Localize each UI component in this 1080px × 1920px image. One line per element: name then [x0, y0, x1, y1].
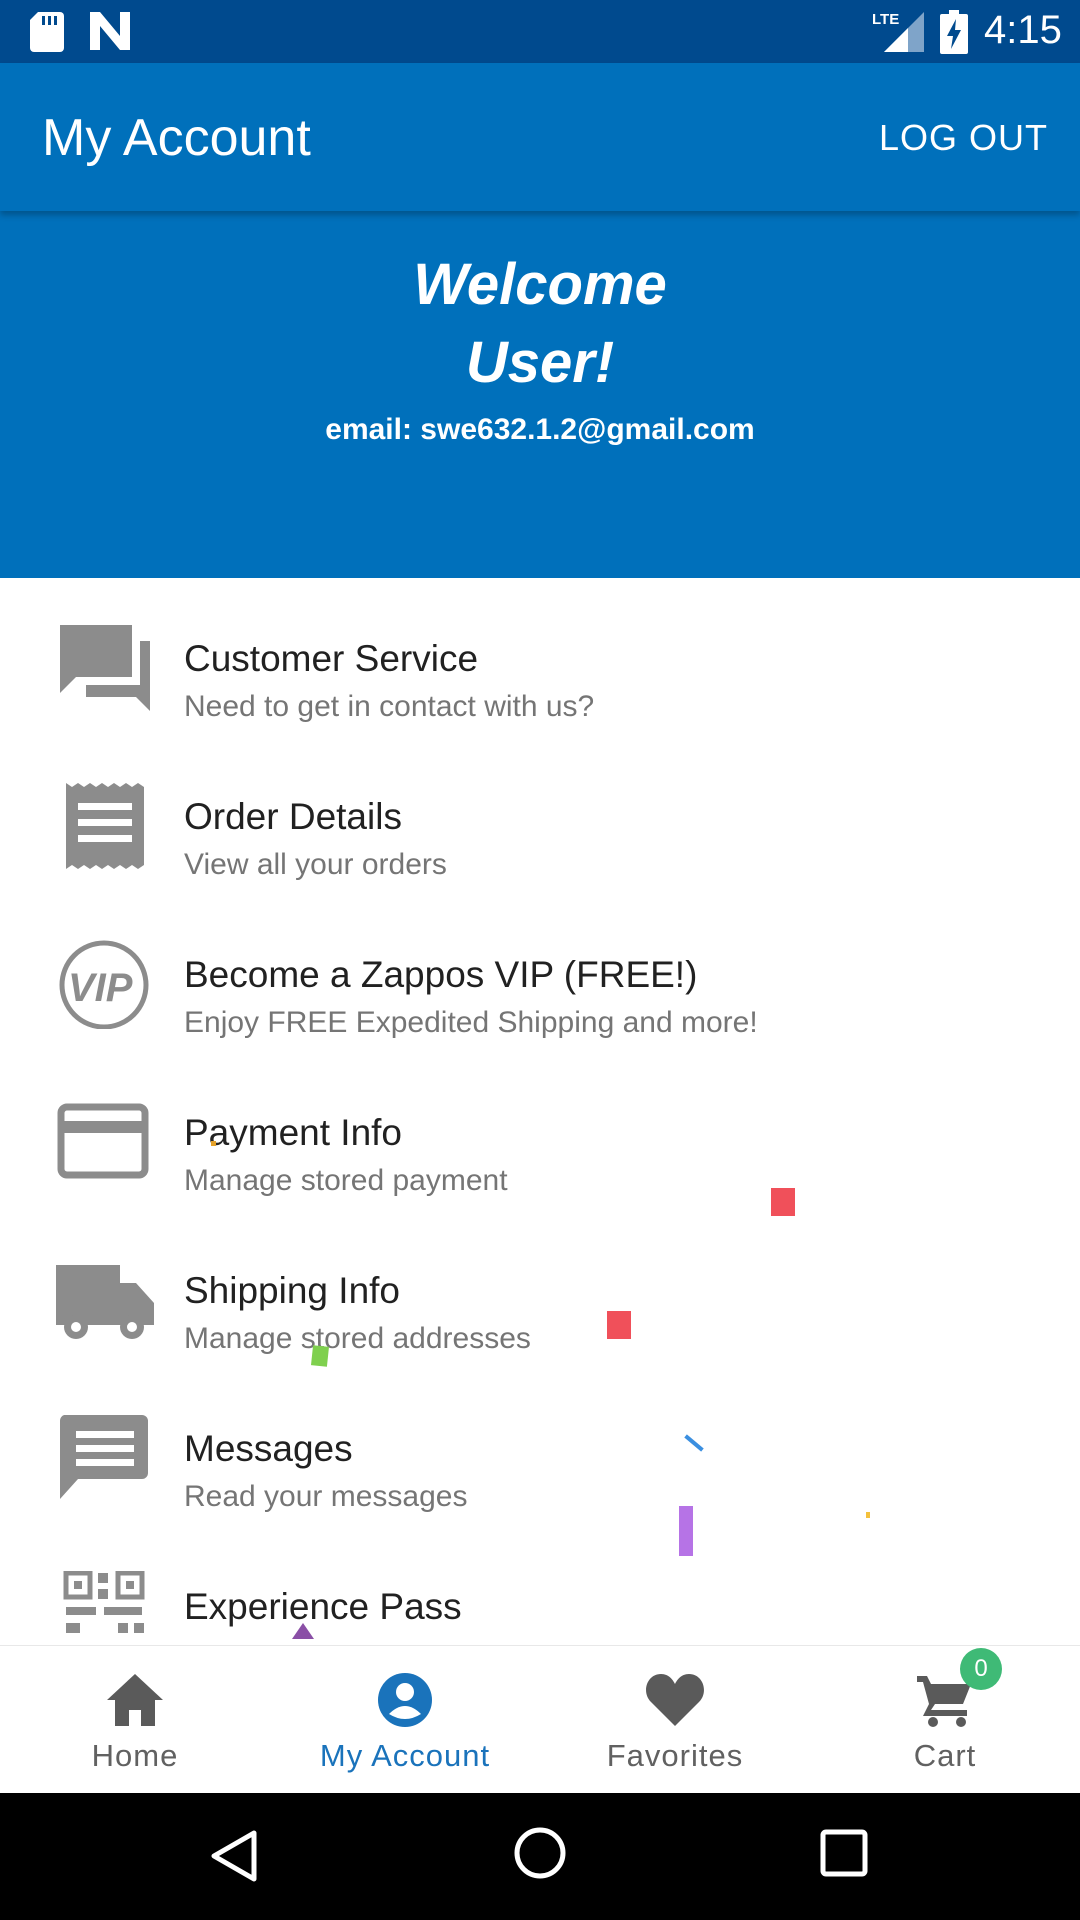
sd-card-icon — [30, 12, 64, 52]
credit-card-icon — [57, 1103, 149, 1179]
qr-code-icon — [63, 1571, 145, 1633]
menu-item-subtitle: Need to get in contact with us? — [184, 690, 595, 723]
confetti-piece — [679, 1506, 693, 1556]
system-navigation-bar — [0, 1793, 1080, 1920]
menu-item-subtitle: View all your orders — [184, 848, 447, 881]
receipt-icon — [66, 783, 144, 869]
menu-item-subtitle: Enjoy FREE Expedited Shipping and more! — [184, 1006, 758, 1039]
menu-item-label: Messages — [184, 1428, 353, 1469]
tab-label: Cart — [913, 1738, 977, 1773]
confetti-piece — [866, 1512, 870, 1518]
tab-my-account[interactable]: My Account — [270, 1646, 540, 1794]
confetti-piece — [310, 1345, 330, 1367]
home-button-icon[interactable] — [514, 1827, 566, 1879]
menu-item-label: Experience Pass — [184, 1586, 462, 1627]
menu-item-subtitle: Manage stored addresses — [184, 1322, 531, 1355]
lte-signal-icon: LTE — [872, 11, 924, 52]
message-icon — [59, 1415, 148, 1499]
confetti-piece — [607, 1311, 631, 1339]
menu-item-label: Shipping Info — [184, 1270, 401, 1311]
recents-icon[interactable] — [820, 1829, 868, 1877]
welcome-username: User! — [465, 330, 615, 395]
tab-label: Favorites — [606, 1738, 744, 1773]
page-title: My Account — [42, 109, 311, 167]
menu-item-customer-service[interactable]: Customer Service Need to get in contact … — [0, 578, 1080, 736]
svg-text:LTE: LTE — [872, 11, 899, 28]
heart-icon — [646, 1674, 704, 1726]
clock: 4:15 — [984, 8, 1062, 52]
confetti-piece — [211, 1141, 216, 1146]
back-icon[interactable] — [210, 1829, 260, 1883]
cart-count-badge: 0 — [960, 1648, 1002, 1690]
account-icon — [378, 1673, 432, 1727]
status-bar: LTE 4:15 — [0, 0, 1080, 63]
menu-item-subtitle: Manage stored payment — [184, 1164, 508, 1197]
menu-item-label: Order Details — [184, 796, 402, 837]
account-menu: Customer Service Need to get in contact … — [0, 578, 1080, 1645]
vip-icon: VIP — [59, 940, 149, 1029]
logout-button[interactable]: LOG OUT — [879, 117, 1048, 159]
tab-favorites[interactable]: Favorites — [540, 1646, 810, 1794]
menu-item-shipping-info[interactable]: Shipping Info Manage stored addresses — [0, 1210, 1080, 1368]
chat-icon — [60, 625, 150, 711]
tab-label: My Account — [319, 1738, 491, 1773]
menu-item-label: Become a Zappos VIP (FREE!) — [184, 954, 698, 995]
menu-item-label: Customer Service — [184, 638, 479, 679]
confetti-piece — [771, 1188, 795, 1216]
menu-item-vip[interactable]: VIP Become a Zappos VIP (FREE!) Enjoy FR… — [0, 894, 1080, 1052]
tab-label: Home — [91, 1738, 179, 1773]
menu-item-order-details[interactable]: Order Details View all your orders — [0, 736, 1080, 894]
n-logo-icon — [90, 12, 130, 50]
battery-charging-icon — [940, 10, 968, 54]
welcome-banner: Welcome User! email: swe632.1.2@gmail.co… — [0, 211, 1080, 578]
tab-home[interactable]: Home — [0, 1646, 270, 1794]
menu-item-experience-pass[interactable]: Experience Pass — [0, 1526, 1080, 1645]
svg-text:VIP: VIP — [68, 966, 133, 1010]
tab-cart[interactable]: Cart — [810, 1646, 1080, 1794]
menu-item-payment-info[interactable]: Payment Info Manage stored payment — [0, 1052, 1080, 1210]
menu-item-label: Payment Info — [184, 1112, 403, 1153]
confetti-piece — [292, 1623, 314, 1639]
menu-item-messages[interactable]: Messages Read your messages — [0, 1368, 1080, 1526]
home-icon — [107, 1674, 163, 1726]
welcome-heading: Welcome — [413, 252, 667, 317]
app-bar: My Account LOG OUT — [0, 63, 1080, 211]
menu-item-subtitle: Read your messages — [184, 1480, 468, 1513]
user-email: email: swe632.1.2@gmail.com — [325, 413, 755, 446]
truck-icon — [56, 1265, 154, 1339]
bottom-navigation: Home My Account Favorites Cart — [0, 1645, 1080, 1794]
